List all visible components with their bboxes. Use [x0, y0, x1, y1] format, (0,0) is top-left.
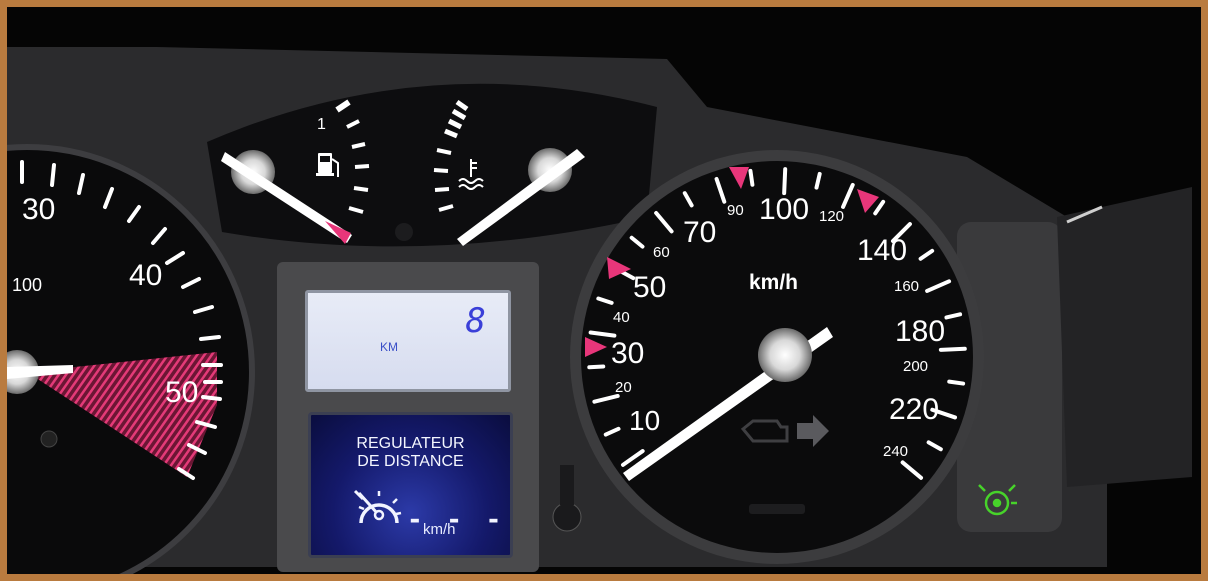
speed-label-30: 30	[611, 337, 644, 370]
odometer-value: 8	[465, 301, 486, 341]
speed-tick	[947, 379, 966, 386]
speed-tick	[587, 364, 606, 370]
speed-label-90: 90	[727, 202, 744, 219]
speed-label-60: 60	[653, 244, 670, 261]
speed-needle-hub	[758, 328, 812, 382]
cruise-display: REGULATEUR DE DISTANCE - - - km/h	[308, 412, 513, 558]
speed-label-140: 140	[857, 234, 907, 267]
tach-label-small-100: 100	[12, 275, 42, 295]
speed-label-20: 20	[615, 379, 632, 396]
speed-label-160: 160	[894, 278, 919, 295]
tach-label-30: 30	[22, 193, 55, 226]
cruise-title-line1: REGULATEUR	[356, 435, 465, 452]
speed-label-10: 10	[629, 405, 660, 436]
speed-label-40: 40	[613, 309, 630, 326]
instrument-cluster: 30 40 50 100 1 10 30 50 70 100 140 180 2…	[7, 47, 1192, 574]
fuel-full-label: 1	[317, 116, 326, 133]
cruise-title-line2: DE DISTANCE	[357, 453, 464, 470]
photo-frame: 30 40 50 100 1 10 30 50 70 100 140 180 2…	[0, 0, 1208, 581]
cruise-speed-value: - - -	[407, 505, 506, 535]
speed-label-220: 220	[889, 393, 939, 426]
cruise-title: REGULATEUR DE DISTANCE	[311, 435, 510, 471]
speed-label-50: 50	[633, 271, 666, 304]
tach-label-50: 50	[165, 376, 198, 409]
speed-label-240: 240	[883, 443, 908, 460]
speed-tick	[938, 346, 967, 352]
odometer-unit: KM	[380, 340, 398, 354]
speed-unit: km/h	[749, 271, 798, 294]
odometer-display: KM 8	[305, 290, 511, 392]
speed-tick	[748, 168, 755, 187]
speed-label-120: 120	[819, 208, 844, 225]
cruise-unit: km/h	[423, 521, 456, 538]
speed-label-100: 100	[759, 193, 809, 226]
speed-label-200: 200	[903, 358, 928, 375]
speed-label-180: 180	[895, 315, 945, 348]
speed-tick	[782, 167, 788, 196]
speed-label-70: 70	[683, 216, 716, 249]
tach-label-40: 40	[129, 259, 162, 292]
speedometer: 10 30 50 70 100 140 180 220 20 40 60 90 …	[570, 150, 984, 564]
cruise-control-icon	[353, 489, 402, 524]
